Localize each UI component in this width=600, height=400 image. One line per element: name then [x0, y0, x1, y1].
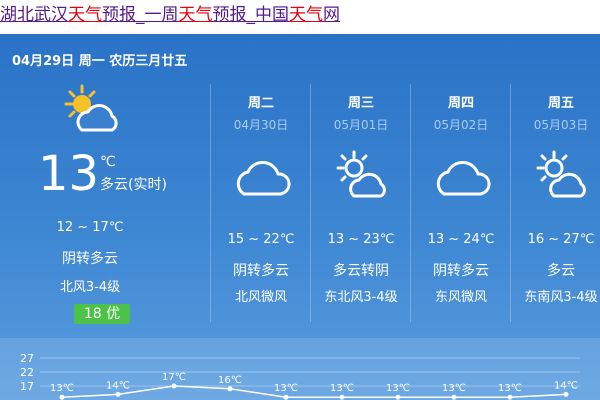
- forecast-date: 04月30日: [233, 118, 289, 132]
- forecast-weekday: 周三: [347, 96, 374, 111]
- forecast-temp-range: 16 ~ 27℃: [527, 232, 595, 247]
- cloud-icon: [236, 161, 291, 196]
- forecast-date: 05月03日: [533, 118, 589, 132]
- today-date-line: 04月29日 周一 农历三月廿五: [12, 54, 188, 69]
- column-divider: [210, 84, 211, 322]
- forecast-description: 阴转多云: [233, 263, 289, 279]
- hourly-temperature-chart: 27 22 17 13℃ 14℃ 17℃ 16℃ 13℃ 13℃ 13℃ 13℃ 13℃ 14℃: [0, 338, 600, 400]
- page-title-link[interactable]: 湖北武汉天气预报_一周天气预报_中国天气网: [0, 0, 600, 34]
- column-divider: [410, 84, 411, 322]
- column-divider: [510, 84, 511, 322]
- title-text: 湖北: [0, 5, 34, 25]
- today-wind: 北风3-4级: [59, 280, 121, 295]
- aqi-badge: 18 优: [74, 304, 130, 324]
- title-text: 武汉: [34, 5, 68, 25]
- title-highlight-text: 天气: [68, 5, 102, 25]
- forecast-description: 阴转多云: [433, 263, 489, 279]
- partly-cloudy-sun-icon: [536, 150, 586, 198]
- forecast-wind: 东风微风: [434, 290, 487, 305]
- title-highlight-text: 天气: [289, 5, 323, 25]
- title-text: 预报_一周: [102, 5, 179, 25]
- partly-cloudy-sun-icon: [64, 84, 118, 132]
- title-text: 预报_中国: [212, 5, 290, 25]
- title-text: 网: [323, 5, 340, 25]
- forecast-wind: 北风微风: [234, 290, 287, 305]
- forecast-description: 多云: [547, 263, 575, 279]
- column-divider: [310, 84, 311, 322]
- forecast-description: 多云转阴: [333, 263, 389, 279]
- forecast-date: 05月02日: [433, 118, 489, 132]
- forecast-weekday: 周二: [247, 96, 274, 111]
- forecast-temp-range: 15 ~ 22℃: [227, 232, 295, 247]
- today-block: 13 ℃ 多云(实时) 12 ~ 17℃ 阴转多云 北风3-4级 18 优: [0, 74, 210, 334]
- title-highlight-text: 天气: [178, 5, 213, 25]
- forecast-temp-range: 13 ~ 23℃: [327, 232, 395, 247]
- weather-panel: 04月29日 周一 农历三月廿五 13 ℃ 多云(实时) 12 ~ 17℃ 阴转…: [0, 34, 600, 400]
- forecast-wind: 东北风3-4级: [324, 290, 398, 305]
- forecast-temp-range: 13 ~ 24℃: [427, 232, 495, 247]
- forecast-weekday: 周五: [547, 96, 574, 111]
- forecast-day-3: 周四 05月02日 13 ~ 24℃ 阴转多云 东风微风: [412, 84, 510, 322]
- current-condition: 多云(实时): [100, 177, 167, 193]
- temperature-unit: ℃: [100, 154, 116, 170]
- today-temp-range: 12 ~ 17℃: [56, 220, 124, 235]
- forecast-wind: 东南风3-4级: [524, 290, 598, 305]
- cloud-icon: [436, 161, 491, 196]
- forecast-day-4: 周五 05月03日 16 ~ 27℃ 多云 东南风3-4级: [512, 84, 600, 322]
- forecast-date: 05月01日: [333, 118, 389, 132]
- chart-background: [0, 338, 600, 400]
- forecast-weekday: 周四: [447, 96, 474, 111]
- forecast-day-1: 周二 04月30日 15 ~ 22℃ 阴转多云 北风微风: [212, 84, 310, 322]
- today-description: 阴转多云: [62, 251, 118, 267]
- partly-cloudy-sun-icon: [336, 150, 386, 198]
- current-temperature: 13: [38, 146, 100, 202]
- forecast-day-2: 周三 05月01日 13 ~ 23℃ 多云转阴 东北风3-4级: [312, 84, 410, 322]
